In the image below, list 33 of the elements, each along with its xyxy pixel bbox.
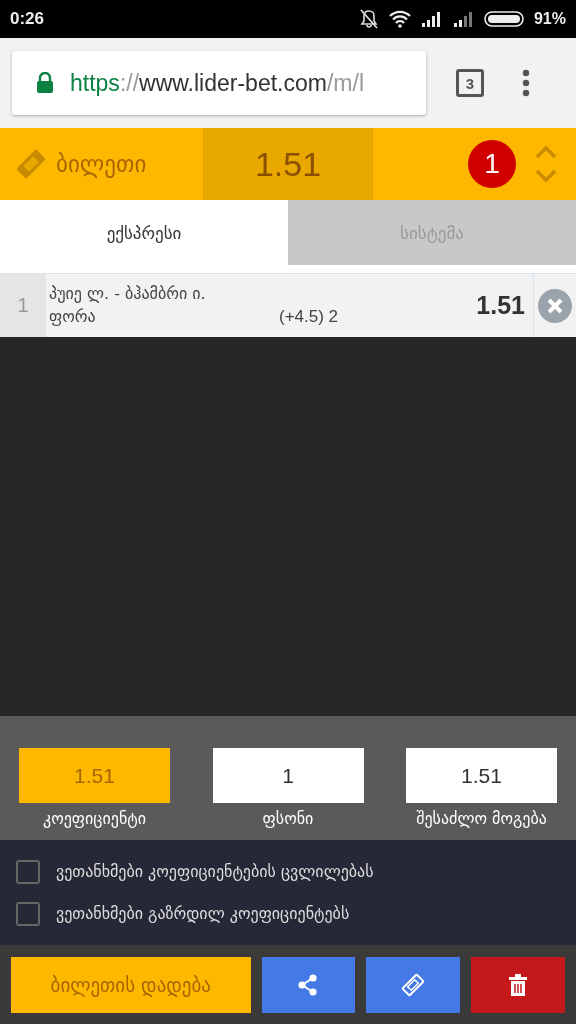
battery-level: 91% bbox=[533, 10, 566, 28]
menu-icon bbox=[522, 69, 530, 97]
share-icon bbox=[298, 973, 319, 996]
option-label: ვეთანხმები გაზრდილ კოეფიციენტებს bbox=[56, 904, 350, 923]
field-label: შესაძლო მოგება bbox=[416, 809, 547, 828]
event-name: პუიე ლ. - ბჰამბრი ი. bbox=[49, 284, 207, 303]
delete-button[interactable] bbox=[471, 956, 565, 1013]
battery-icon bbox=[483, 10, 526, 28]
field-label: კოეფიციენტი bbox=[43, 809, 146, 828]
ticket-title: ბილეთი bbox=[56, 151, 147, 177]
trash-icon bbox=[509, 973, 528, 996]
clock: 0:26 bbox=[10, 9, 45, 29]
value-field[interactable]: 1.51 bbox=[406, 748, 557, 803]
value-field[interactable]: 1 bbox=[212, 748, 364, 803]
field-label: ფსონი bbox=[262, 809, 314, 828]
ticket-icon bbox=[401, 972, 426, 997]
checkbox[interactable] bbox=[16, 859, 40, 884]
muted-bell-icon bbox=[357, 9, 380, 29]
count-badge: 1 bbox=[468, 140, 516, 188]
option-label: ვეთანხმები კოეფიციენტების ცვლილებას bbox=[56, 862, 374, 881]
close-icon[interactable] bbox=[538, 288, 572, 323]
address-bar[interactable]: https://www.lider-bet.com/m/l bbox=[12, 51, 426, 115]
row-number: 1 bbox=[0, 274, 46, 337]
wifi-icon bbox=[387, 10, 412, 28]
total-odds: 1.51 bbox=[203, 128, 373, 200]
ticket-button[interactable] bbox=[366, 956, 461, 1013]
share-button[interactable] bbox=[261, 956, 356, 1013]
market-name: ფორა bbox=[49, 307, 97, 327]
tab-count-button[interactable]: 3 bbox=[456, 69, 484, 97]
bet-pick: (+4.5) 2 bbox=[279, 307, 339, 327]
checkbox[interactable] bbox=[16, 901, 40, 926]
lock-icon bbox=[36, 72, 54, 94]
expand-collapse-icon bbox=[534, 144, 558, 184]
